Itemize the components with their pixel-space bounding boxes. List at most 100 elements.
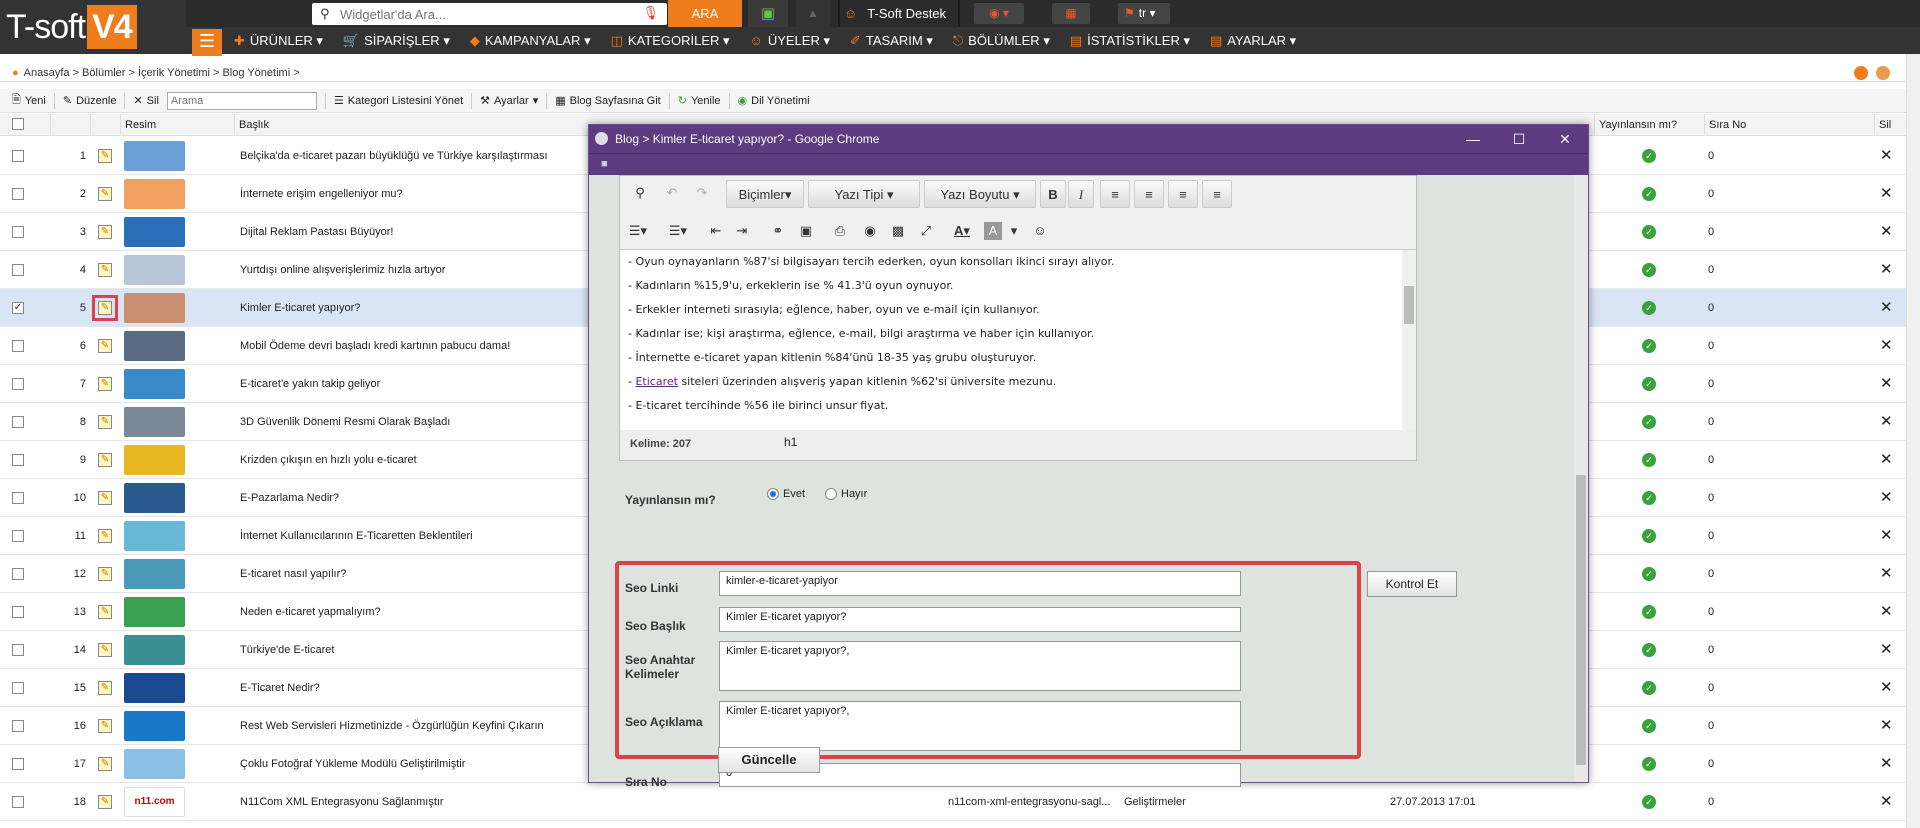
published-check-icon[interactable]: ✓	[1642, 567, 1656, 581]
published-check-icon[interactable]: ✓	[1642, 263, 1656, 277]
edit-row-icon[interactable]: ✎	[98, 263, 112, 277]
bgcolor-dropdown-icon[interactable]: ▾	[1002, 220, 1026, 242]
edit-row-icon[interactable]: ✎	[98, 529, 112, 543]
row-checkbox[interactable]	[12, 492, 24, 504]
nav-istatistikler[interactable]: ▤ İSTATİSTİKLER ▾	[1070, 27, 1190, 54]
category-manage-button[interactable]: ☰ Kategori Listesini Yönet	[334, 94, 463, 108]
row-checkbox[interactable]	[12, 188, 24, 200]
published-check-icon[interactable]: ✓	[1642, 719, 1656, 733]
play-icon[interactable]	[1854, 66, 1868, 80]
row-checkbox[interactable]	[12, 720, 24, 732]
delete-row-icon[interactable]: ✕	[1880, 517, 1893, 555]
edit-button[interactable]: ✎ Düzenle	[63, 94, 117, 108]
new-button[interactable]: 🗎 Yeni	[12, 91, 46, 110]
edit-row-icon[interactable]: ✎	[98, 567, 112, 581]
edit-row-icon[interactable]: ✎	[98, 491, 112, 505]
delete-row-icon[interactable]: ✕	[1880, 707, 1893, 745]
text-color-icon[interactable]: A▾	[950, 220, 974, 242]
col-header-published[interactable]: Yayınlansın mı?	[1594, 114, 1704, 136]
emoticon-icon[interactable]: ☺	[1028, 220, 1052, 242]
row-checkbox[interactable]	[12, 530, 24, 542]
minimize-icon[interactable]: —	[1450, 125, 1496, 153]
preview-eye-icon[interactable]: ◉ ▾	[974, 3, 1024, 24]
row-checkbox[interactable]	[12, 796, 24, 808]
delete-row-icon[interactable]: ✕	[1880, 175, 1893, 213]
font-size-dropdown[interactable]: Yazı Boyutu ▾	[924, 180, 1036, 208]
check-button[interactable]: Kontrol Et	[1367, 571, 1457, 597]
edit-row-icon[interactable]: ✎	[98, 643, 112, 657]
link-icon[interactable]: ⚭	[766, 220, 790, 242]
outdent-icon[interactable]: ⇤	[704, 220, 728, 242]
published-check-icon[interactable]: ✓	[1642, 491, 1656, 505]
apps-grid-icon[interactable]: ▦	[1052, 3, 1090, 24]
edit-row-icon[interactable]: ✎	[92, 295, 118, 321]
edit-row-icon[interactable]: ✎	[98, 187, 112, 201]
published-check-icon[interactable]: ✓	[1642, 187, 1656, 201]
language-selector[interactable]: ⚑ tr ▾	[1118, 3, 1170, 24]
delete-row-icon[interactable]: ✕	[1880, 403, 1893, 441]
fullscreen-icon[interactable]: ⤢	[914, 220, 938, 242]
row-checkbox[interactable]	[12, 150, 24, 162]
font-family-dropdown[interactable]: Yazı Tipi ▾	[808, 180, 920, 208]
published-check-icon[interactable]: ✓	[1642, 225, 1656, 239]
row-checkbox[interactable]	[12, 606, 24, 618]
delete-row-icon[interactable]: ✕	[1880, 441, 1893, 479]
row-checkbox[interactable]	[12, 682, 24, 694]
support-link[interactable]: ☺ T-Soft Destek	[844, 0, 946, 27]
published-check-icon[interactable]: ✓	[1642, 339, 1656, 353]
delete-row-icon[interactable]: ✕	[1880, 479, 1893, 517]
edit-row-icon[interactable]: ✎	[98, 453, 112, 467]
nav-ayarlar[interactable]: ▤ AYARLAR ▾	[1210, 27, 1296, 54]
window-scrollbar[interactable]	[1574, 175, 1588, 782]
align-left-icon[interactable]: ≡	[1100, 180, 1130, 208]
align-justify-icon[interactable]: ≡	[1202, 180, 1232, 208]
preview-icon[interactable]: ◉	[858, 220, 882, 242]
row-checkbox[interactable]	[12, 264, 24, 276]
delete-row-icon[interactable]: ✕	[1880, 365, 1893, 403]
element-path[interactable]: h1	[784, 435, 797, 449]
row-checkbox[interactable]	[12, 340, 24, 352]
published-check-icon[interactable]: ✓	[1642, 643, 1656, 657]
published-check-icon[interactable]: ✓	[1642, 795, 1656, 809]
settings-button[interactable]: ⚒ Ayarlar ▾	[480, 94, 538, 108]
nav-urunler[interactable]: ✚ ÜRÜNLER ▾	[234, 27, 323, 54]
delete-row-icon[interactable]: ✕	[1880, 137, 1893, 175]
published-check-icon[interactable]: ✓	[1642, 377, 1656, 391]
italic-button[interactable]: I	[1068, 180, 1094, 208]
microphone-icon[interactable]: 🎙	[642, 5, 659, 21]
nav-bolumler[interactable]: ⎋ BÖLÜMLER ▾	[953, 27, 1050, 54]
goto-blog-button[interactable]: ▦ Blog Sayfasına Git	[555, 94, 661, 108]
edit-row-icon[interactable]: ✎	[98, 605, 112, 619]
nav-kampanyalar[interactable]: ◆ KAMPANYALAR ▾	[470, 27, 591, 54]
bold-button[interactable]: B	[1040, 180, 1066, 208]
logo[interactable]: T-soft V4	[0, 0, 186, 54]
nav-siparisler[interactable]: 🛒 SİPARİŞLER ▾	[343, 27, 450, 54]
row-checkbox[interactable]	[12, 644, 24, 656]
formats-dropdown[interactable]: Biçimler▾	[726, 180, 804, 208]
chat-icon[interactable]: ▣	[748, 0, 788, 27]
nav-uyeler[interactable]: ☺ ÜYELER ▾	[750, 27, 830, 54]
radio-selected[interactable]	[767, 488, 779, 500]
delete-button[interactable]: ✕ Sil	[133, 94, 158, 108]
indent-icon[interactable]: ⇥	[730, 220, 754, 242]
print-icon[interactable]: ⎙	[828, 220, 852, 242]
delete-row-icon[interactable]: ✕	[1880, 327, 1893, 365]
published-check-icon[interactable]: ✓	[1642, 415, 1656, 429]
widget-search-input[interactable]	[340, 4, 640, 24]
history-icon[interactable]	[1876, 66, 1890, 80]
editor-content[interactable]: - Oyun oynayanların %87'si bilgisayarı t…	[620, 250, 1416, 430]
select-all-checkbox[interactable]	[12, 118, 24, 130]
bullet-list-icon[interactable]: ☰▾	[626, 220, 650, 242]
published-check-icon[interactable]: ✓	[1642, 605, 1656, 619]
language-manage-button[interactable]: ◉ Dil Yönetimi	[738, 94, 810, 108]
maximize-icon[interactable]: ☐	[1496, 125, 1542, 153]
align-center-icon[interactable]: ≡	[1134, 180, 1164, 208]
background-color-icon[interactable]: A	[984, 222, 1002, 240]
page-scrollbar[interactable]	[1906, 54, 1920, 828]
window-scroll-thumb[interactable]	[1576, 475, 1586, 765]
delete-row-icon[interactable]: ✕	[1880, 745, 1893, 783]
published-check-icon[interactable]: ✓	[1642, 529, 1656, 543]
undo-icon[interactable]: ↶	[660, 182, 684, 204]
edit-row-icon[interactable]: ✎	[98, 149, 112, 163]
row-checkbox[interactable]	[12, 226, 24, 238]
